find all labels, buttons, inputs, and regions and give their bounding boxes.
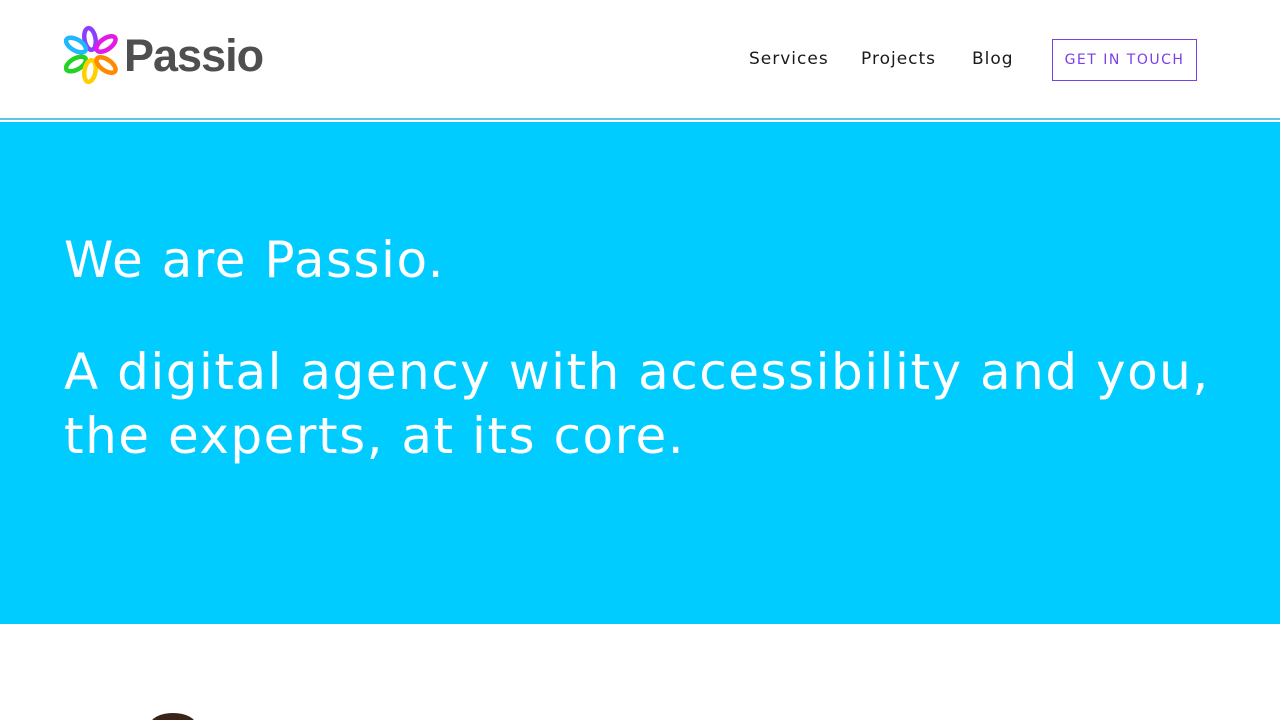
nav-item-services[interactable]: Services	[749, 49, 829, 69]
avatar-image	[150, 713, 196, 720]
logo-link[interactable]: Passio	[64, 24, 264, 86]
hero-section: We are Passio. A digital agency with acc…	[0, 122, 1280, 624]
hero-subtitle: A digital agency with accessibility and …	[64, 343, 1210, 465]
get-in-touch-button[interactable]: GET IN TOUCH	[1052, 39, 1197, 81]
passio-flower-logo-icon	[64, 25, 118, 85]
logo-wordmark: Passio	[124, 29, 264, 81]
hero-title: We are Passio.	[64, 231, 446, 289]
nav-item-blog[interactable]: Blog	[972, 49, 1014, 69]
nav-item-projects[interactable]: Projects	[861, 49, 936, 69]
content-section	[0, 624, 1280, 720]
site-header: Passio Services Projects Blog GET IN TOU…	[0, 0, 1280, 120]
